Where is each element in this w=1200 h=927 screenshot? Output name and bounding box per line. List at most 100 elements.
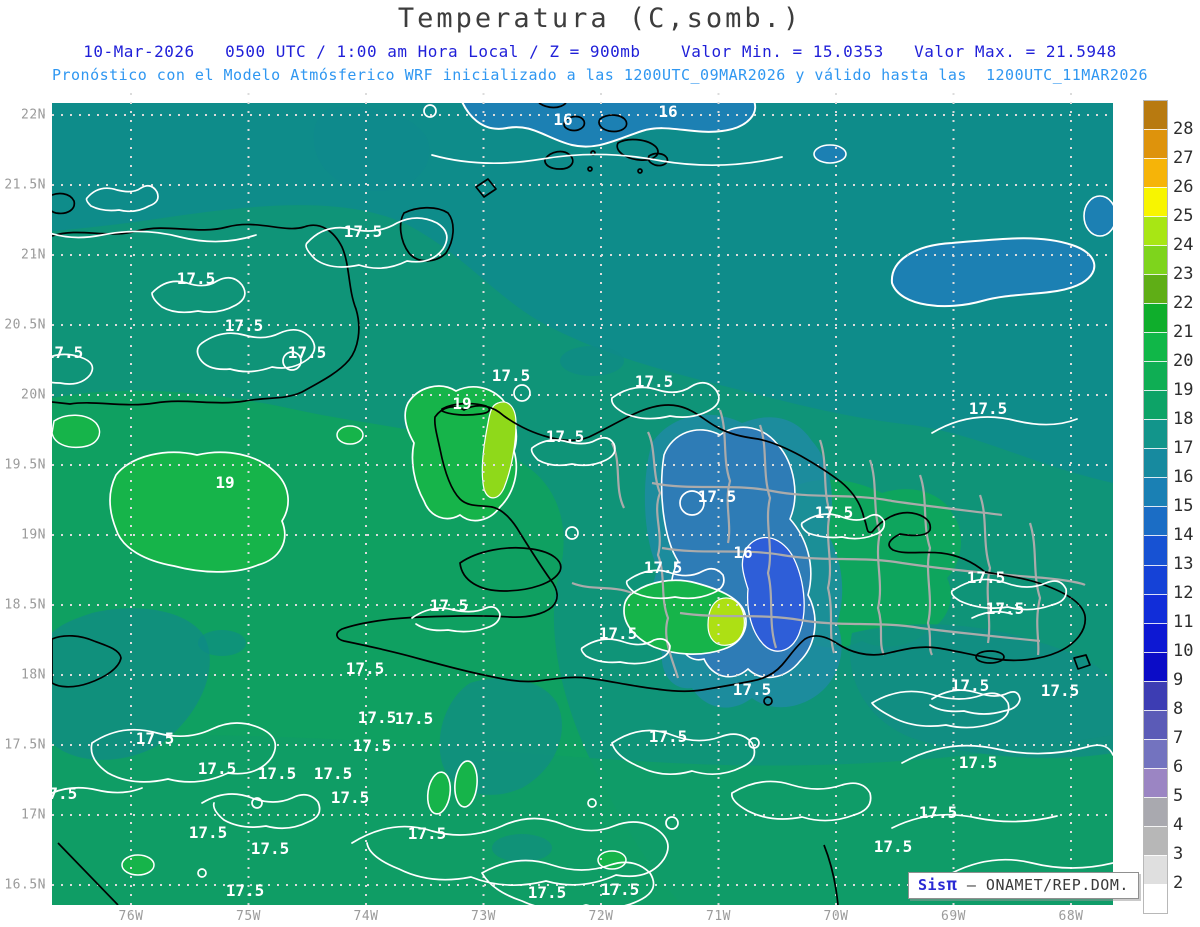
lat-label: 20N [21, 387, 46, 403]
contour-value-label: 17.5 [353, 736, 392, 755]
colorbar-tick-label: 7 [1173, 728, 1184, 748]
contour-value-label: 19 [215, 473, 234, 492]
contour-value-label: 17.5 [1041, 681, 1080, 700]
colorbar-segment [1144, 622, 1167, 652]
colorbar-segment [1144, 651, 1167, 681]
colorbar-segment [1144, 101, 1167, 130]
colorbar-tick-label: 16 [1173, 467, 1194, 487]
contour-value-label: 16 [553, 110, 572, 129]
pi-symbol: π [946, 875, 958, 895]
contour-value-label: 17.5 [331, 788, 370, 807]
lat-label: 21.5N [4, 177, 46, 193]
colorbar-tick-label: 11 [1173, 612, 1194, 632]
contour-value-label: 17.5 [967, 568, 1006, 587]
colorbar-tick-label: 26 [1173, 177, 1194, 197]
contour-value-label: 17.5 [599, 624, 638, 643]
colorbar [1143, 100, 1168, 914]
colorbar-segment [1144, 303, 1167, 333]
lat-label: 17.5N [4, 737, 46, 753]
colorbar-segment [1144, 158, 1167, 188]
colorbar-tick-label: 4 [1173, 815, 1184, 835]
lat-label: 19.5N [4, 457, 46, 473]
contour-value-label: 17.5 [959, 753, 998, 772]
contour-value-label: 17.5 [136, 729, 175, 748]
model-info-line: Pronóstico con el Modelo Atmósferico WRF… [51, 66, 1149, 84]
colorbar-tick-label: 8 [1173, 699, 1184, 719]
contour-value-label: 17.5 [408, 824, 447, 843]
colorbar-tick-label: 12 [1173, 583, 1194, 603]
colorbar-segment [1144, 564, 1167, 594]
colorbar-segment [1144, 477, 1167, 507]
contour-value-label: 17.5 [733, 680, 772, 699]
contour-value-label: 17.5 [45, 343, 84, 362]
colorbar-tick-label: 15 [1173, 496, 1194, 516]
contour-value-label: 19 [452, 394, 471, 413]
lat-label: 21N [21, 247, 46, 263]
contour-value-label: 17.5 [288, 343, 327, 362]
contour-value-label: 17.5 [546, 427, 585, 446]
colorbar-tick-label: 25 [1173, 206, 1194, 226]
colorbar-tick-label: 17 [1173, 438, 1194, 458]
colorbar-segment [1144, 593, 1167, 623]
colorbar-segment [1144, 274, 1167, 304]
colorbar-tick-label: 20 [1173, 351, 1194, 371]
colorbar-segment [1144, 390, 1167, 420]
lon-label: 72W [588, 909, 614, 924]
colorbar-tick-label: 27 [1173, 148, 1194, 168]
lon-label: 71W [706, 909, 731, 924]
colorbar-segment [1144, 709, 1167, 739]
contour-value-label: 17.5 [189, 823, 228, 842]
colorbar-tick-label: 24 [1173, 235, 1194, 255]
colorbar-segment [1144, 796, 1167, 826]
colorbar-segment [1144, 506, 1167, 536]
lat-label: 16.5N [4, 877, 46, 893]
sispi-logo-text: Sis [918, 876, 947, 894]
map-area: 16 16 17.5 17.5 17.5 17.5 17.5 17.5 17.5 19 17.5 17… [34, 93, 1113, 917]
colorbar-segment [1144, 245, 1167, 275]
colorbar-tick-label: 21 [1173, 322, 1194, 342]
contour-value-label: 17.5 [430, 596, 469, 615]
contour-value-label: 17.5 [951, 676, 990, 695]
contour-value-label: 16 [658, 102, 677, 121]
lon-label: 75W [236, 909, 261, 924]
colorbar-tick-label: 9 [1173, 670, 1184, 690]
lat-label: 19N [21, 527, 46, 543]
contour-value-label: 17.5 [986, 599, 1025, 618]
credit-box: Sisπ – ONAMET/REP.DOM. [908, 872, 1139, 899]
contour-value-label: 17.5 [815, 503, 854, 522]
lon-label: 74W [353, 909, 379, 924]
colorbar-segment [1144, 129, 1167, 159]
contour-value-label: 17.5 [39, 784, 78, 803]
contour-value-label: 17.5 [649, 727, 688, 746]
credit-org-text: – ONAMET/REP.DOM. [957, 876, 1129, 894]
contour-value-label: 17.5 [874, 837, 913, 856]
contour-value-label: 17.5 [177, 269, 216, 288]
colorbar-segment [1144, 767, 1167, 797]
lat-label: 18.5N [4, 597, 46, 613]
colorbar-tick-label: 5 [1173, 786, 1184, 806]
contour-value-label: 17.5 [314, 764, 353, 783]
contour-value-label: 17.5 [601, 880, 640, 899]
contour-value-label: 17.5 [969, 399, 1008, 418]
contour-value-label: 17.5 [698, 487, 737, 506]
colorbar-tick-label: 2 [1173, 873, 1184, 893]
lat-label: 17N [21, 807, 46, 823]
contour-value-label: 16 [733, 543, 752, 562]
colorbar-segment [1144, 448, 1167, 478]
lon-label: 70W [823, 909, 849, 924]
contour-value-label: 17.5 [644, 558, 683, 577]
lon-label: 68W [1058, 909, 1084, 924]
colorbar-segment [1144, 854, 1167, 884]
colorbar-tick-label: 23 [1173, 264, 1194, 284]
contour-value-label: 17.5 [919, 803, 958, 822]
colorbar-segment [1144, 187, 1167, 217]
contour-value-label: 17.5 [251, 839, 290, 858]
colorbar-segment [1144, 738, 1167, 768]
contour-value-label: 17.5 [344, 222, 383, 241]
contour-value-label: 17.5 [395, 709, 434, 728]
colorbar-segment [1144, 419, 1167, 449]
lat-label: 18N [21, 667, 46, 683]
contour-value-label: 17.5 [258, 764, 297, 783]
lat-label: 20.5N [4, 317, 46, 333]
colorbar-segment [1144, 883, 1167, 913]
